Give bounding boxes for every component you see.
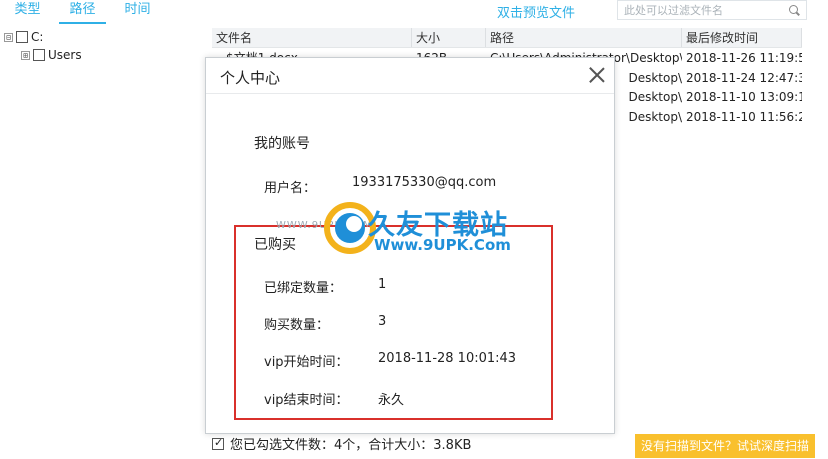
file-date: 2018-11-10 13:09:13 — [686, 90, 802, 104]
dialog-title: 个人中心 — [220, 69, 281, 87]
file-date: 2018-11-10 11:56:23 — [686, 109, 802, 124]
username-value: 1933175330@qq.com — [352, 175, 497, 190]
table-header: 文件名 大小 路径 最后修改时间 — [212, 28, 802, 48]
close-icon[interactable] — [588, 66, 606, 84]
vip-end-label: vip结束时间： — [264, 393, 349, 408]
check-icon: ✓ — [214, 435, 224, 449]
collapse-icon[interactable]: ⊟ — [4, 32, 13, 42]
tree-label: C: — [31, 30, 44, 44]
vip-start-label: vip开始时间： — [264, 355, 349, 370]
column-header-name[interactable]: 文件名 — [212, 28, 412, 47]
search-icon[interactable] — [789, 5, 798, 14]
bound-count-label: 已绑定数量： — [264, 281, 343, 296]
file-date: 2018-11-24 12:47:31 — [686, 70, 802, 85]
column-header-path[interactable]: 路径 — [486, 28, 682, 47]
tree-label: Users — [48, 48, 82, 62]
watermark-logo: WWW.9UPK.COM 久友下载站 Www.9UPK.Com — [276, 200, 568, 260]
tree-item-users[interactable]: ⊞ Users — [4, 46, 82, 64]
file-date: 2018-11-26 11:19:57 — [686, 51, 802, 65]
preview-link[interactable]: 双击预览文件 — [497, 2, 575, 21]
view-tabs: 类型 路径 时间 — [0, 0, 165, 24]
expand-icon[interactable]: ⊞ — [21, 50, 30, 60]
watermark-subtitle: Www.9UPK.Com — [374, 236, 511, 254]
select-all-checkbox[interactable]: ✓ — [212, 435, 224, 450]
folder-tree: ⊟ C: ⊞ Users — [4, 28, 82, 64]
username-label: 用户名： — [264, 181, 317, 196]
account-heading: 我的账号 — [254, 136, 310, 152]
tree-checkbox-users[interactable] — [33, 49, 45, 61]
purchased-heading: 已购买 — [254, 237, 296, 253]
tab-time[interactable]: 时间 — [110, 0, 165, 24]
filter-input[interactable] — [624, 3, 784, 17]
purchase-count-value: 3 — [378, 314, 387, 329]
tab-path[interactable]: 路径 — [55, 0, 110, 24]
column-header-date[interactable]: 最后修改时间 — [682, 28, 802, 47]
column-header-size[interactable]: 大小 — [412, 28, 486, 47]
filter-box[interactable] — [617, 0, 807, 20]
deep-scan-button[interactable]: 没有扫描到文件？试试深度扫描 — [635, 434, 815, 458]
tree-item-c[interactable]: ⊟ C: — [4, 28, 82, 46]
selection-summary: ✓ 您已勾选文件数：4个，合计大小：3.8KB — [212, 434, 471, 453]
vip-start-value: 2018-11-28 10:01:43 — [378, 351, 517, 366]
selection-text: 您已勾选文件数：4个，合计大小：3.8KB — [230, 438, 472, 453]
bound-count-value: 1 — [378, 277, 387, 292]
tab-type[interactable]: 类型 — [0, 0, 55, 24]
purchase-count-label: 购买数量： — [264, 318, 330, 333]
divider — [206, 93, 614, 94]
tree-checkbox-c[interactable] — [16, 31, 28, 43]
vip-end-value: 永久 — [378, 393, 405, 408]
